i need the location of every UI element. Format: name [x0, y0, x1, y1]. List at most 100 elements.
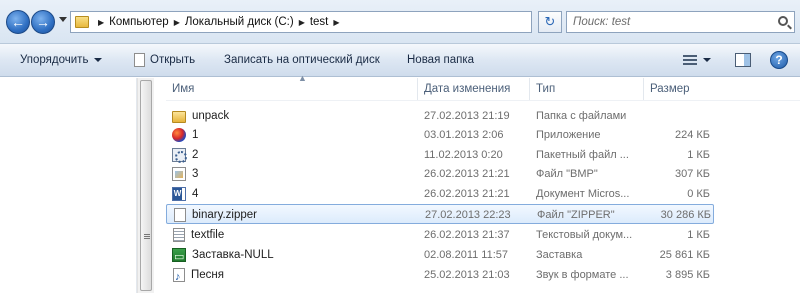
file-type: Текстовый докум... [536, 229, 633, 241]
file-name: 3 [192, 168, 199, 180]
refresh-button[interactable]: ↻ [538, 11, 562, 33]
open-label: Открыть [150, 54, 196, 66]
file-row-3[interactable]: 3 26.02.2013 21:21 Файл "BMP" 307 КБ [166, 164, 714, 184]
folder-icon [172, 110, 186, 123]
chevron-down-icon [703, 58, 711, 62]
back-arrow-icon: ← [11, 14, 25, 30]
file-name: 2 [192, 149, 199, 161]
file-name: Заставка-NULL [192, 249, 274, 261]
organize-label: Упорядочить [20, 54, 89, 66]
file-size: 0 КБ [687, 188, 710, 200]
file-size: 30 286 КБ [660, 209, 711, 221]
help-icon: ? [775, 53, 783, 67]
folder-icon [75, 16, 89, 28]
file-size: 1 КБ [687, 149, 710, 161]
header-divider [166, 100, 800, 101]
recent-pages-dropdown-icon[interactable] [59, 17, 67, 22]
scrollbar-thumb[interactable] [140, 80, 152, 291]
file-type: Заставка [536, 249, 583, 261]
word-document-icon [172, 187, 186, 201]
burn-to-disc-button[interactable]: Записать на оптический диск [224, 44, 380, 77]
navigation-pane[interactable] [0, 78, 137, 293]
file-row-2[interactable]: 2 11.02.2013 0:20 Пакетный файл ... 1 КБ [166, 145, 714, 165]
chevron-right-icon[interactable]: ▶ [333, 18, 339, 27]
forward-arrow-icon: → [36, 14, 50, 30]
file-type: Файл "ZIPPER" [537, 209, 615, 221]
text-file-icon [173, 228, 185, 242]
help-button[interactable]: ? [770, 51, 788, 69]
chevron-right-icon[interactable]: ▶ [299, 18, 305, 27]
forward-button[interactable]: → [31, 10, 55, 34]
file-date: 03.01.2013 2:06 [424, 129, 504, 141]
file-date: 02.08.2011 11:57 [424, 249, 509, 261]
column-date-label: Дата изменения [424, 83, 511, 95]
search-input[interactable] [573, 16, 773, 28]
chevron-down-icon [94, 58, 103, 62]
breadcrumb-local-disk[interactable]: Локальный диск (C:) [185, 16, 294, 28]
file-size: 1 КБ [687, 229, 710, 241]
organize-button[interactable]: Упорядочить [20, 44, 103, 77]
file-type: Папка с файлами [536, 110, 627, 122]
file-type: Приложение [536, 129, 601, 141]
column-header-size[interactable]: Размер [644, 78, 714, 100]
column-type-label: Тип [536, 83, 556, 95]
new-folder-label: Новая папка [407, 54, 475, 66]
generic-file-icon [174, 208, 186, 222]
file-date: 26.02.2013 21:37 [424, 229, 510, 241]
batch-file-icon [172, 148, 187, 163]
open-button[interactable]: Открыть [134, 44, 195, 77]
file-name: Песня [191, 269, 224, 281]
file-date: 11.02.2013 0:20 [424, 149, 503, 161]
file-date: 26.02.2013 21:21 [424, 188, 510, 200]
file-row-textfile[interactable]: textfile 26.02.2013 21:37 Текстовый доку… [166, 225, 714, 245]
file-name: textfile [191, 229, 225, 241]
file-row-4[interactable]: 4 26.02.2013 21:21 Документ Micros... 0 … [166, 184, 714, 204]
change-view-button[interactable] [683, 53, 711, 67]
file-type: Документ Micros... [536, 188, 630, 200]
navigation-pane-scrollbar[interactable] [137, 78, 154, 293]
column-size-label: Размер [650, 83, 690, 95]
command-bar: Упорядочить Открыть Записать на оптическ… [0, 44, 800, 77]
burn-label: Записать на оптический диск [224, 54, 380, 66]
chevron-right-icon[interactable]: ▶ [98, 18, 104, 27]
file-row-screensaver[interactable]: Заставка-NULL 02.08.2011 11:57 Заставка … [166, 245, 714, 265]
preview-pane-button[interactable] [735, 53, 751, 67]
file-size: 25 861 КБ [659, 249, 710, 261]
breadcrumb-computer[interactable]: Компьютер [109, 16, 169, 28]
bmp-file-icon [172, 167, 186, 181]
address-bar: ← → ▶ Компьютер ▶ Локальный диск (C:) ▶ … [0, 0, 800, 44]
search-icon[interactable] [778, 16, 788, 26]
file-row-1[interactable]: 1 03.01.2013 2:06 Приложение 224 КБ [166, 125, 714, 145]
details-view-icon [683, 55, 697, 65]
audio-file-icon [173, 267, 185, 285]
file-name: 4 [192, 188, 199, 200]
file-list: Имя ▲ Дата изменения Тип Размер unpack 2… [154, 73, 800, 293]
sort-ascending-icon: ▲ [298, 73, 307, 83]
file-row-song[interactable]: Песня 25.02.2013 21:03 Звук в формате ..… [166, 265, 714, 285]
new-folder-button[interactable]: Новая папка [407, 44, 474, 77]
column-header-name[interactable]: Имя ▲ [166, 73, 418, 100]
file-size: 307 КБ [674, 168, 710, 180]
file-name: unpack [192, 110, 230, 122]
column-header-type[interactable]: Тип [530, 78, 644, 100]
file-size [646, 106, 710, 126]
file-date: 27.02.2013 22:23 [425, 209, 511, 221]
file-date: 27.02.2013 21:19 [424, 110, 510, 122]
breadcrumb-test[interactable]: test [310, 16, 329, 28]
file-type: Файл "BMP" [536, 168, 598, 180]
chevron-right-icon[interactable]: ▶ [174, 18, 180, 27]
column-name-label: Имя [172, 83, 195, 95]
file-size: 224 КБ [674, 129, 710, 141]
screensaver-icon [172, 247, 186, 265]
file-name: 1 [192, 129, 199, 141]
file-row-binary-zipper[interactable]: binary.zipper 27.02.2013 22:23 Файл "ZIP… [166, 204, 714, 224]
breadcrumb[interactable]: ▶ Компьютер ▶ Локальный диск (C:) ▶ test… [70, 11, 532, 33]
refresh-icon: ↻ [544, 14, 556, 29]
file-size: 3 895 КБ [665, 269, 710, 281]
column-header-date[interactable]: Дата изменения [418, 78, 530, 100]
file-row-unpack[interactable]: unpack 27.02.2013 21:19 Папка с файлами [166, 106, 714, 126]
back-button[interactable]: ← [6, 10, 30, 34]
search-box[interactable] [566, 11, 795, 33]
file-name: binary.zipper [192, 209, 257, 221]
file-type: Пакетный файл ... [536, 149, 629, 161]
